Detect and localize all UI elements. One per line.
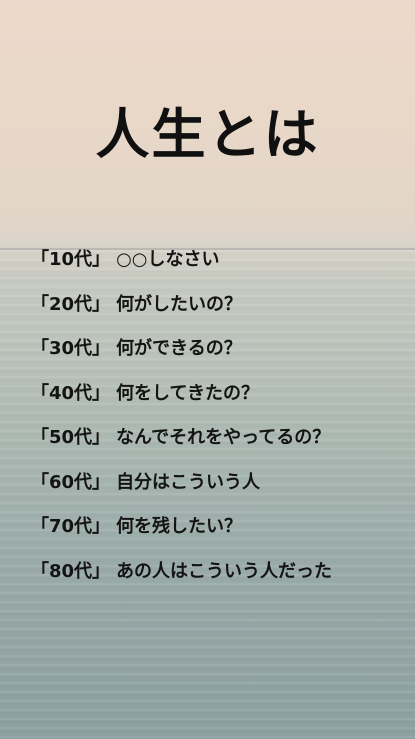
list-item: 「30代」 何ができるの？ (31, 325, 401, 370)
stage-text: 何がしたいの？ (116, 293, 243, 315)
age-label: 「50代」 (31, 427, 111, 449)
stage-text: 自分はこういう人 (116, 471, 261, 493)
list-item: 「40代」 何をしてきたの？ (31, 370, 401, 415)
list-item: 「60代」 自分はこういう人 (31, 459, 401, 504)
list-item: 「20代」 何がしたいの？ (31, 281, 401, 326)
list-item: 「50代」 なんでそれをやってるの？ (31, 414, 401, 459)
stage-text: 何を残したい？ (116, 516, 243, 538)
stage-text: あの人はこういう人だった (116, 560, 333, 582)
list-item: 「80代」 あの人はこういう人だった (31, 548, 401, 593)
stage-text: ○○しなさい (116, 249, 220, 271)
age-label: 「10代」 (31, 249, 111, 271)
list-item: 「70代」 何を残したい？ (31, 503, 401, 548)
age-label: 「20代」 (31, 293, 111, 315)
age-label: 「80代」 (31, 560, 111, 582)
page-title: 人生とは (95, 103, 320, 166)
stage-text: 何をしてきたの？ (116, 382, 259, 404)
stage-text: 何ができるの？ (116, 338, 242, 360)
age-label: 「40代」 (31, 382, 111, 404)
age-label: 「70代」 (31, 516, 111, 538)
list-item: 「10代」 ○○しなさい (31, 236, 401, 281)
age-label: 「60代」 (31, 471, 111, 493)
stage-text: なんでそれをやってるの？ (116, 427, 331, 449)
life-stage-list: 「10代」 ○○しなさい 「20代」 何がしたいの？ 「30代」 何ができるの？… (31, 236, 401, 592)
age-label: 「30代」 (31, 338, 111, 360)
